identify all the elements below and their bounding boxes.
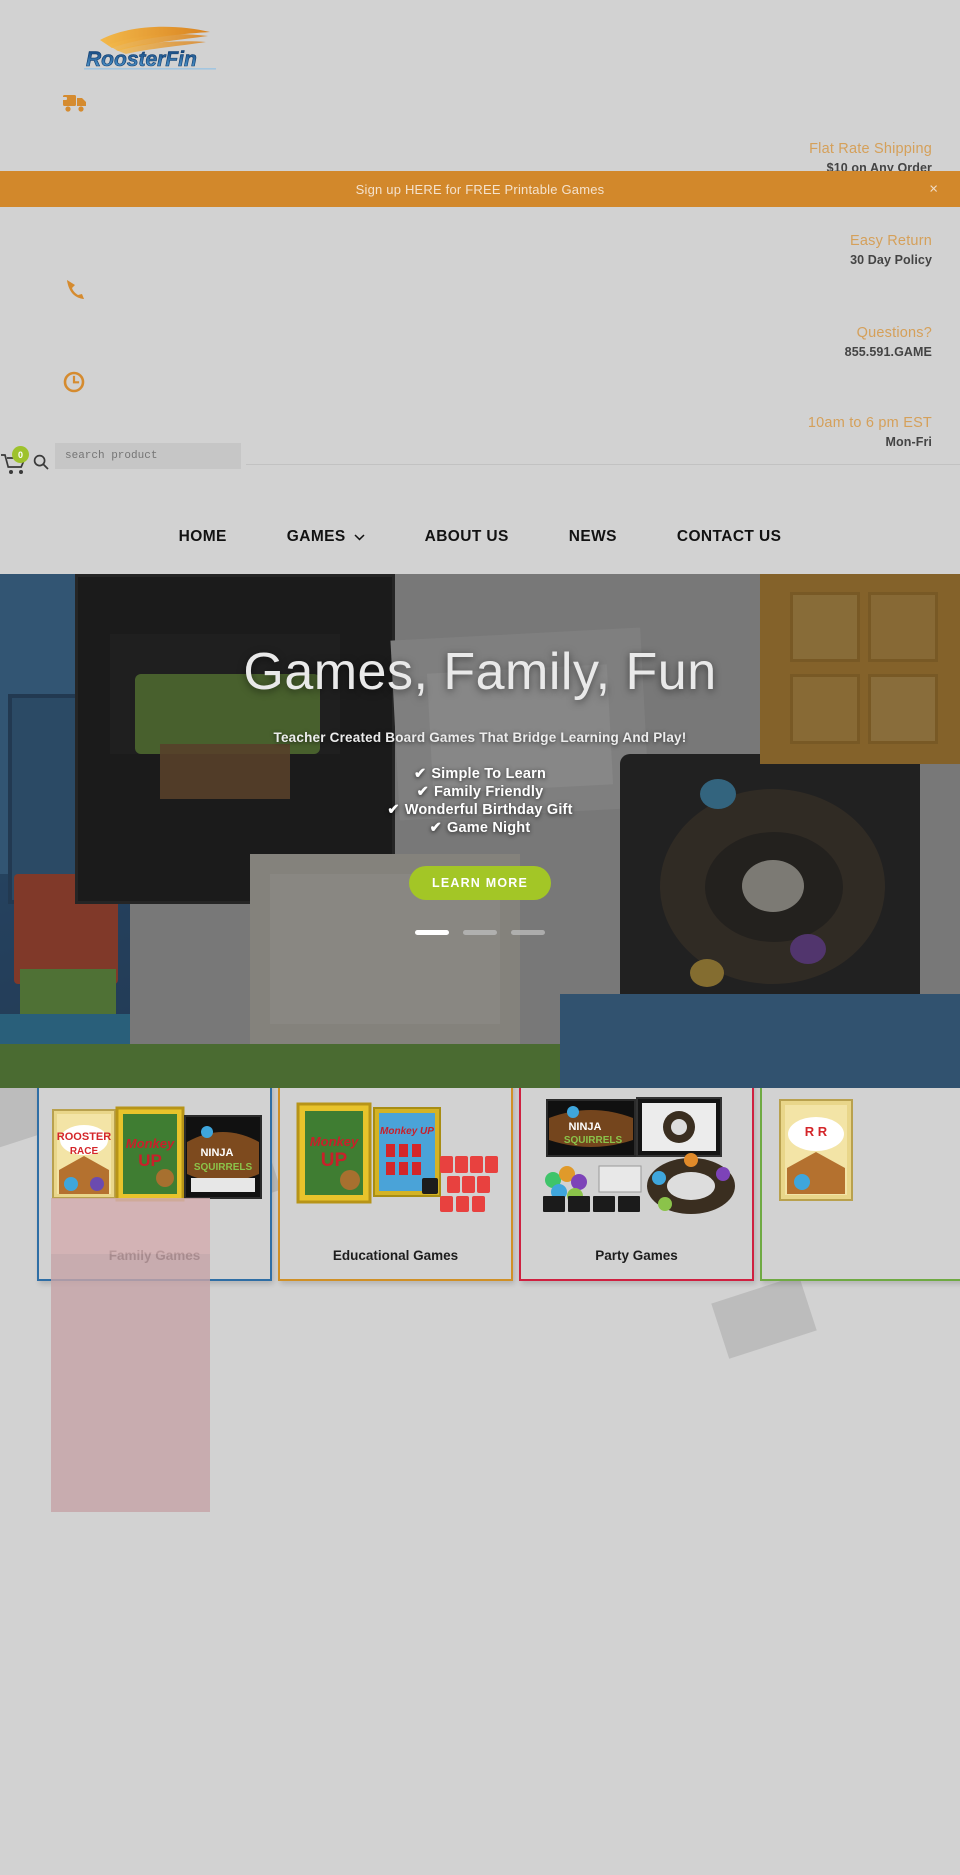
overlay-block-top (51, 1198, 210, 1254)
category-card-educational-games[interactable]: Monkey UP Monkey UP Educational Games (278, 1088, 513, 1281)
promo-banner[interactable]: Sign up HERE for FREE Printable Games × (0, 171, 960, 207)
page-root: RoosterFin Flat Rate Shipping $10 on Any… (0, 0, 960, 1875)
phone-icon (62, 276, 88, 307)
category-card-label: Party Games (595, 1248, 678, 1263)
hero-subtitle: Teacher Created Board Games That Bridge … (273, 730, 687, 745)
hero-feature-list: ✔ Simple To Learn ✔ Family Friendly ✔ Wonde… (387, 765, 572, 838)
svg-text:Monkey UP: Monkey UP (380, 1126, 434, 1137)
info-title: 10am to 6 pm EST (807, 415, 932, 431)
nav-item-label: GAMES (286, 527, 346, 545)
info-easy-return: Easy Return 30 Day Policy (850, 232, 932, 268)
nav-item-about-us[interactable]: ABOUT US (395, 528, 539, 546)
cart-count-badge: 0 (12, 446, 29, 463)
truck-icon (62, 92, 88, 119)
svg-text:UP: UP (321, 1150, 348, 1171)
svg-text:UP: UP (138, 1151, 162, 1170)
clock-icon (62, 370, 86, 399)
slider-dot-3[interactable] (511, 929, 545, 935)
roosterfin-logo[interactable]: RoosterFin (68, 22, 226, 74)
info-sub: 855.591.GAME (844, 344, 932, 359)
cart-button[interactable]: 0 (0, 446, 34, 478)
category-card-label: Educational Games (332, 1248, 459, 1263)
promo-banner-text: Sign up HERE for FREE Printable Games (355, 181, 605, 197)
nav-item-news[interactable]: NEWS (539, 528, 647, 546)
site-header: RoosterFin Flat Rate Shipping $10 on Any… (0, 0, 960, 578)
category-card-party-games[interactable]: NINJA SQUIRRELS Party Games (519, 1088, 754, 1281)
search-input[interactable] (55, 443, 241, 469)
check-icon: ✔ (429, 820, 442, 837)
svg-text:SQUIRRELS: SQUIRRELS (194, 1162, 253, 1173)
svg-text:NINJA: NINJA (568, 1121, 601, 1133)
nav-item-label: HOME (178, 527, 227, 545)
check-icon: ✔ (416, 784, 429, 801)
svg-text:ROOSTER: ROOSTER (57, 1131, 111, 1143)
nav-item-home[interactable]: HOME (149, 528, 257, 546)
nav-item-contact-us[interactable]: CONTACT US (647, 528, 811, 546)
nav-item-label: ABOUT US (424, 527, 509, 545)
hero-feature-label: Game Night (446, 820, 531, 837)
search-icon[interactable] (33, 454, 49, 475)
category-card-image: R R (762, 1088, 960, 1222)
hero-feature-item: ✔ Wonderful Birthday Gift (387, 801, 572, 819)
game-categories-section: Game Categories ROOSTER RACE (0, 1088, 960, 1875)
hero-slider: Games, Family, Fun Teacher Created Board… (0, 574, 960, 1088)
decorative-shape (711, 1275, 817, 1359)
search-divider (246, 464, 960, 465)
check-icon: ✔ (413, 766, 427, 782)
nav-item-games[interactable]: GAMES (257, 528, 395, 546)
category-card-image: NINJA SQUIRRELS (521, 1088, 752, 1222)
close-icon[interactable]: × (929, 182, 938, 197)
info-questions: Questions? 855.591.GAME (845, 324, 932, 360)
svg-text:Monkey: Monkey (310, 1134, 359, 1149)
info-title: Easy Return (850, 233, 932, 249)
check-icon: ✔ (387, 802, 400, 819)
svg-text:RoosterFin: RoosterFin (86, 48, 197, 71)
hero-title: Games, Family, Fun (243, 643, 717, 701)
hero-feature-item: ✔ Game Night (387, 819, 572, 837)
hero-feature-label: Family Friendly (433, 784, 544, 801)
svg-text:NINJA: NINJA (200, 1147, 233, 1159)
category-card-next[interactable]: R R (760, 1088, 960, 1281)
svg-text:SQUIRRELS: SQUIRRELS (564, 1135, 623, 1146)
info-title: Questions? (856, 325, 932, 341)
hero-feature-item: ✔ Family Friendly (387, 783, 572, 801)
hero-feature-item: ✔ Simple To Learn (387, 765, 572, 783)
slider-dot-1[interactable] (415, 929, 449, 935)
svg-text:R R: R R (805, 1124, 828, 1139)
info-title: Flat Rate Shipping (809, 141, 932, 157)
slider-dot-2[interactable] (463, 929, 497, 935)
hero-feature-label: Wonderful Birthday Gift (404, 802, 573, 819)
main-navigation: HOME GAMES ABOUT US NEWS CONTACT US (0, 496, 960, 578)
category-card-image: Monkey UP Monkey UP (280, 1088, 511, 1222)
search-row: 0 (0, 440, 960, 488)
svg-text:Monkey: Monkey (126, 1136, 175, 1151)
overlay-block (51, 1254, 210, 1512)
learn-more-button[interactable]: LEARN MORE (409, 865, 551, 900)
hero-feature-label: Simple To Learn (431, 766, 547, 782)
nav-item-label: CONTACT US (676, 527, 782, 545)
slider-pagination (415, 929, 545, 935)
info-sub: 30 Day Policy (850, 252, 932, 267)
chevron-down-icon (354, 528, 365, 546)
nav-item-label: NEWS (568, 527, 617, 545)
svg-text:RACE: RACE (70, 1146, 99, 1157)
